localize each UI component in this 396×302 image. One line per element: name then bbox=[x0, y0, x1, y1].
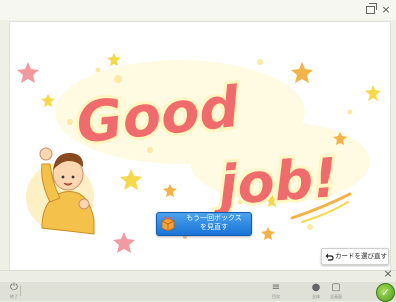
power-caption: 終了 bbox=[10, 294, 18, 299]
review-box-label: もう一回ボックス を見直す bbox=[181, 214, 247, 232]
box-icon bbox=[161, 216, 175, 231]
review-box-label-line1: もう一回ボックス bbox=[186, 214, 242, 222]
overview-caption: 全体 bbox=[312, 294, 320, 299]
contents-caption: 目次 bbox=[272, 294, 280, 299]
undo-arrow-icon bbox=[325, 253, 334, 261]
star-icon bbox=[41, 94, 55, 107]
check-icon[interactable]: ✓ bbox=[376, 283, 395, 302]
good-job-card: Good job! もう一回ボックス を見直す カードを選び直す bbox=[9, 21, 391, 271]
star-icon bbox=[113, 232, 135, 253]
star-icon bbox=[107, 53, 121, 66]
panel-close-button[interactable]: × bbox=[382, 268, 394, 280]
reselect-card-button[interactable]: カードを選び直す bbox=[321, 248, 389, 265]
title-bar: × bbox=[0, 0, 396, 20]
headline-job: job! bbox=[210, 146, 340, 218]
star-icon bbox=[163, 184, 177, 197]
review-box-label-line2: を見直す bbox=[200, 223, 228, 231]
star-icon bbox=[291, 62, 313, 83]
fullscreen-icon: ▢ bbox=[331, 282, 341, 293]
star-icon bbox=[261, 227, 275, 240]
power-button[interactable]: ⏻ 終了 bbox=[2, 282, 26, 301]
restore-icon bbox=[366, 3, 377, 14]
app-window: × Good job! もう一回ボックス を見直す カードを選び直す × ⏻ 終… bbox=[0, 0, 396, 302]
list-icon: ≡ bbox=[271, 282, 281, 293]
cheering-boy-illustration bbox=[26, 147, 95, 235]
star-icon bbox=[120, 169, 142, 190]
contents-button[interactable]: ≡ 目次 bbox=[264, 282, 288, 301]
toolbar-divider bbox=[20, 286, 21, 296]
fullscreen-button[interactable]: ▢ 全画面 bbox=[324, 282, 348, 301]
bottom-toolbar: ⏻ 終了 ≡ 目次 ● 全体 ▢ 全画面 bbox=[0, 282, 396, 301]
review-box-button[interactable]: もう一回ボックス を見直す bbox=[156, 212, 252, 236]
star-icon bbox=[17, 62, 39, 83]
restore-button[interactable] bbox=[364, 3, 377, 16]
reselect-card-label: カードを選び直す bbox=[335, 252, 387, 260]
star-icon bbox=[365, 85, 381, 101]
close-button[interactable]: × bbox=[380, 4, 392, 16]
fullscreen-caption: 全画面 bbox=[330, 294, 342, 299]
power-icon: ⏻ bbox=[10, 282, 18, 293]
globe-icon: ● bbox=[311, 282, 321, 293]
